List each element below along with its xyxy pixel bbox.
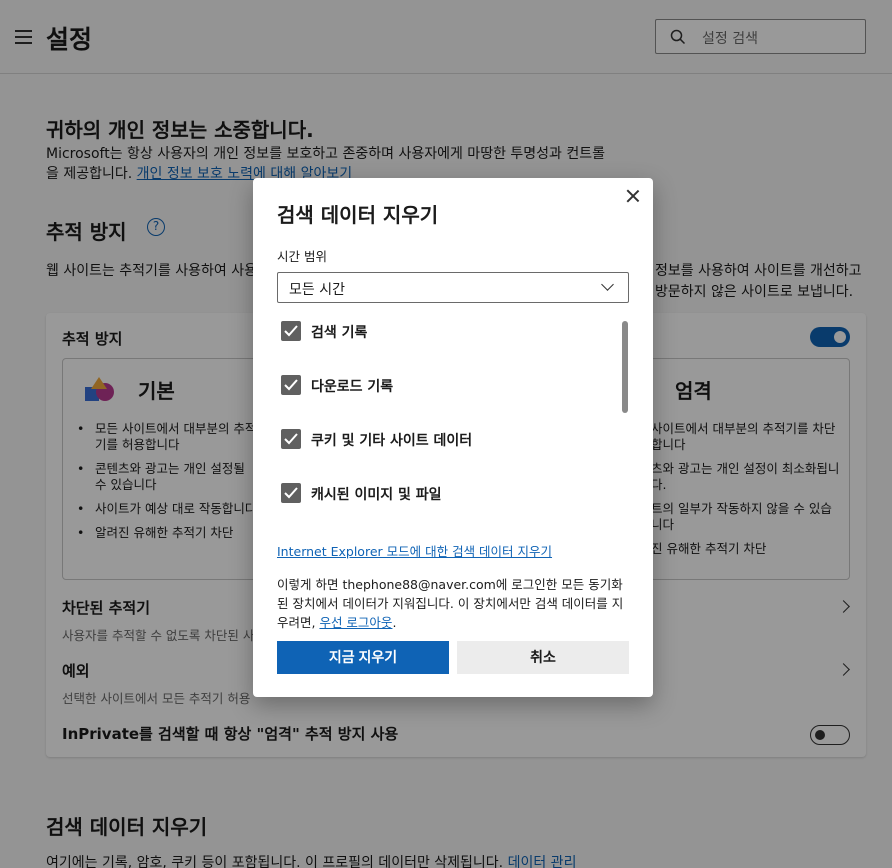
clear-now-button[interactable]: 지금 지우기 <box>277 641 449 674</box>
checkbox-label: 캐시된 이미지 및 파일 <box>311 487 442 503</box>
checkbox-checked[interactable] <box>281 429 301 449</box>
checkbox-label: 검색 기록 <box>311 325 368 341</box>
checkbox-checked[interactable] <box>281 483 301 503</box>
sign-out-link[interactable]: 우선 로그아웃 <box>319 615 392 630</box>
cancel-button[interactable]: 취소 <box>457 641 629 674</box>
sync-note-period: . <box>392 615 397 630</box>
checkmark-icon <box>284 379 298 391</box>
time-range-label: 시간 범위 <box>277 249 327 264</box>
checkbox-checked[interactable] <box>281 375 301 395</box>
chevron-down-icon <box>601 278 614 291</box>
dialog-title: 검색 데이터 지우기 <box>277 203 439 227</box>
checkmark-icon <box>284 325 298 337</box>
time-range-value: 모든 시간 <box>289 282 345 298</box>
checkbox-checked[interactable] <box>281 321 301 341</box>
clear-browsing-data-dialog: 검색 데이터 지우기 시간 범위 모든 시간 검색 기록 다운로드 기록 쿠키 … <box>253 178 653 697</box>
sync-note: 이렇게 하면 thephone88@naver.com에 로그인한 모든 동기화… <box>277 575 629 632</box>
checkmark-icon <box>284 487 298 499</box>
checkbox-label: 쿠키 및 기타 사이트 데이터 <box>311 433 473 449</box>
close-icon[interactable] <box>625 188 641 204</box>
checkbox-label: 다운로드 기록 <box>311 379 394 395</box>
checkmark-icon <box>284 433 298 445</box>
dialog-scrollbar[interactable] <box>622 321 628 413</box>
time-range-select[interactable]: 모든 시간 <box>277 272 629 303</box>
ie-mode-clear-link[interactable]: Internet Explorer 모드에 대한 검색 데이터 지우기 <box>277 541 552 560</box>
